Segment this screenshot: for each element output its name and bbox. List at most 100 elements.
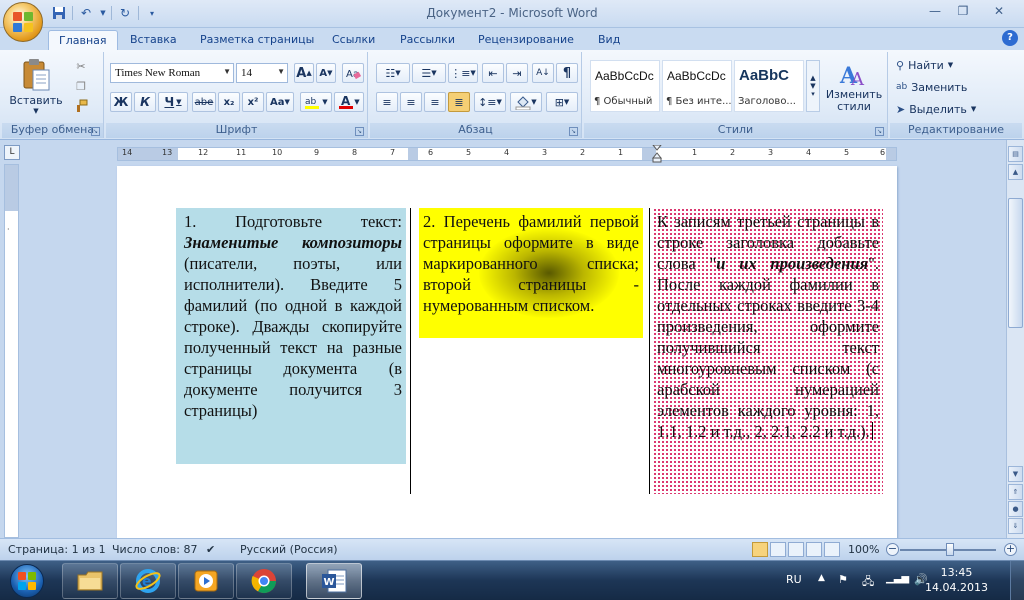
window-title: Документ2 - Microsoft Word: [426, 6, 598, 20]
zoom-level[interactable]: 100%: [848, 543, 879, 556]
styles-gallery-scroll[interactable]: ▲ ▼ ▾: [806, 60, 820, 112]
tab-mailings[interactable]: Рассылки: [390, 30, 465, 50]
network-icon[interactable]: 🖧: [862, 573, 874, 592]
style-normal[interactable]: AaBbCcDc ¶ Обычный: [590, 60, 660, 112]
scroll-thumb[interactable]: [1008, 198, 1023, 328]
strikethrough-button[interactable]: abe: [192, 92, 216, 112]
subscript-button[interactable]: x₂: [218, 92, 240, 112]
view-ruler-button[interactable]: ▤: [1008, 146, 1023, 162]
font-launcher[interactable]: ↘: [355, 127, 364, 136]
flag-icon[interactable]: ⚑: [838, 573, 848, 586]
paste-button[interactable]: Вставить ▼: [9, 56, 63, 116]
taskbar-explorer[interactable]: [62, 563, 118, 599]
document-page[interactable]: 1. Подготовьте текст: Знаменитые компози…: [117, 166, 897, 538]
column-cell-3[interactable]: К записям третьей страницы в строке заго…: [653, 208, 883, 494]
vertical-scrollbar[interactable]: ▤ ▲ ▼ ⇑ ● ⇓: [1006, 140, 1024, 538]
web-layout-view-button[interactable]: [788, 542, 804, 557]
taskbar-chrome[interactable]: [236, 563, 292, 599]
outline-view-button[interactable]: [806, 542, 822, 557]
tab-selector-button[interactable]: L: [4, 145, 20, 160]
tab-review[interactable]: Рецензирование: [468, 30, 584, 50]
borders-button[interactable]: ⊞ ▼: [546, 92, 578, 112]
help-button[interactable]: ?: [1002, 30, 1018, 46]
copy-button[interactable]: ❐: [72, 78, 90, 94]
prev-page-button[interactable]: ⇑: [1008, 484, 1023, 500]
zoom-in-button[interactable]: +: [1004, 543, 1017, 556]
align-left-button[interactable]: ≡: [376, 92, 398, 112]
draft-view-button[interactable]: [824, 542, 840, 557]
font-size-combo[interactable]: 14 ▼: [236, 63, 288, 83]
sort-button[interactable]: A↓: [532, 63, 554, 83]
change-styles-button[interactable]: A A Изменить стили: [824, 56, 884, 118]
shading-button[interactable]: ▼: [510, 92, 542, 112]
tab-page-layout[interactable]: Разметка страницы: [190, 30, 324, 50]
numbering-button[interactable]: ☰ ▼: [412, 63, 446, 83]
maximize-button[interactable]: ❐: [950, 2, 976, 20]
show-hidden-icons-button[interactable]: ▲: [818, 573, 825, 583]
tab-view[interactable]: Вид: [588, 30, 630, 50]
bold-button[interactable]: Ж: [110, 92, 132, 112]
minimize-button[interactable]: —: [922, 2, 948, 20]
superscript-button[interactable]: x²: [242, 92, 264, 112]
clear-formatting-button[interactable]: Aa: [342, 63, 364, 83]
start-button[interactable]: [4, 561, 50, 600]
change-case-button[interactable]: Aa ▼: [266, 92, 294, 112]
zoom-out-button[interactable]: −: [886, 543, 899, 556]
taskbar-word[interactable]: W: [306, 563, 362, 599]
proofing-icon[interactable]: ✔: [206, 543, 215, 556]
replace-button[interactable]: ab Заменить: [896, 78, 967, 96]
increase-indent-button[interactable]: ⇥: [506, 63, 528, 83]
taskbar-media-player[interactable]: [178, 563, 234, 599]
office-button[interactable]: [3, 2, 43, 42]
print-layout-view-button[interactable]: [752, 542, 768, 557]
page-counter[interactable]: Страница: 1 из 1: [8, 543, 106, 556]
underline-button[interactable]: Ч ▼: [158, 92, 188, 112]
horizontal-ruler[interactable]: 14 13 12 11 10 9 8 7 6 5 4 3 2 1 1 2 3 4…: [117, 145, 897, 163]
shrink-font-button[interactable]: A ▼: [316, 63, 336, 83]
font-color-button[interactable]: A ▼: [334, 92, 364, 112]
grow-font-button[interactable]: A ▲: [294, 63, 314, 83]
browse-object-button[interactable]: ●: [1008, 501, 1023, 517]
show-desktop-button[interactable]: [1010, 561, 1024, 600]
paragraph-launcher[interactable]: ↘: [569, 127, 578, 136]
find-button[interactable]: ⚲ Найти ▼: [896, 56, 953, 74]
tab-home[interactable]: Главная: [48, 30, 118, 50]
decrease-indent-button[interactable]: ⇤: [482, 63, 504, 83]
tab-insert[interactable]: Вставка: [120, 30, 187, 50]
select-button[interactable]: ➤ Выделить ▼: [896, 100, 976, 118]
signal-icon[interactable]: ▁▃▅: [886, 573, 909, 584]
style-no-spacing[interactable]: AaBbCcDc ¶ Без инте...: [662, 60, 732, 112]
style-sample: AaBbC: [739, 67, 790, 84]
bullets-button[interactable]: ☷ ▼: [376, 63, 410, 83]
column-cell-1[interactable]: 1. Подготовьте текст: Знаменитые компози…: [176, 208, 406, 464]
scroll-down-button[interactable]: ▼: [1008, 466, 1023, 482]
vertical-ruler[interactable]: ·: [4, 164, 19, 538]
multilevel-list-button[interactable]: ⋮≡ ▼: [448, 63, 478, 83]
show-formatting-button[interactable]: ¶: [556, 63, 578, 83]
highlight-button[interactable]: ab ▼: [300, 92, 332, 112]
next-page-button[interactable]: ⇓: [1008, 518, 1023, 534]
taskbar-internet-explorer[interactable]: e: [120, 563, 176, 599]
italic-button[interactable]: К: [134, 92, 156, 112]
styles-launcher[interactable]: ↘: [875, 127, 884, 136]
clipboard-launcher[interactable]: ↘: [91, 127, 100, 136]
column-cell-2[interactable]: 2. Перечень фамилий первой страницы офор…: [419, 208, 643, 338]
justify-button[interactable]: ≣: [448, 92, 470, 112]
align-center-button[interactable]: ≡: [400, 92, 422, 112]
zoom-slider-thumb[interactable]: [946, 543, 954, 556]
tab-references[interactable]: Ссылки: [322, 30, 385, 50]
style-heading[interactable]: AaBbC Заголово...: [734, 60, 804, 112]
clock[interactable]: 13:45 14.04.2013: [925, 565, 988, 595]
close-button[interactable]: ✕: [978, 2, 1020, 20]
line-spacing-button[interactable]: ↕≡ ▼: [474, 92, 506, 112]
cut-button[interactable]: ✂: [72, 58, 90, 74]
format-painter-button[interactable]: [72, 98, 90, 114]
font-name-combo[interactable]: Times New Roman ▼: [110, 63, 234, 83]
scroll-up-button[interactable]: ▲: [1008, 164, 1023, 180]
language-indicator[interactable]: Русский (Россия): [240, 543, 338, 556]
indent-marker-icon[interactable]: [652, 145, 662, 163]
word-count[interactable]: Число слов: 87: [112, 543, 198, 556]
align-right-button[interactable]: ≡: [424, 92, 446, 112]
full-screen-view-button[interactable]: [770, 542, 786, 557]
input-language-indicator[interactable]: RU: [786, 573, 802, 586]
